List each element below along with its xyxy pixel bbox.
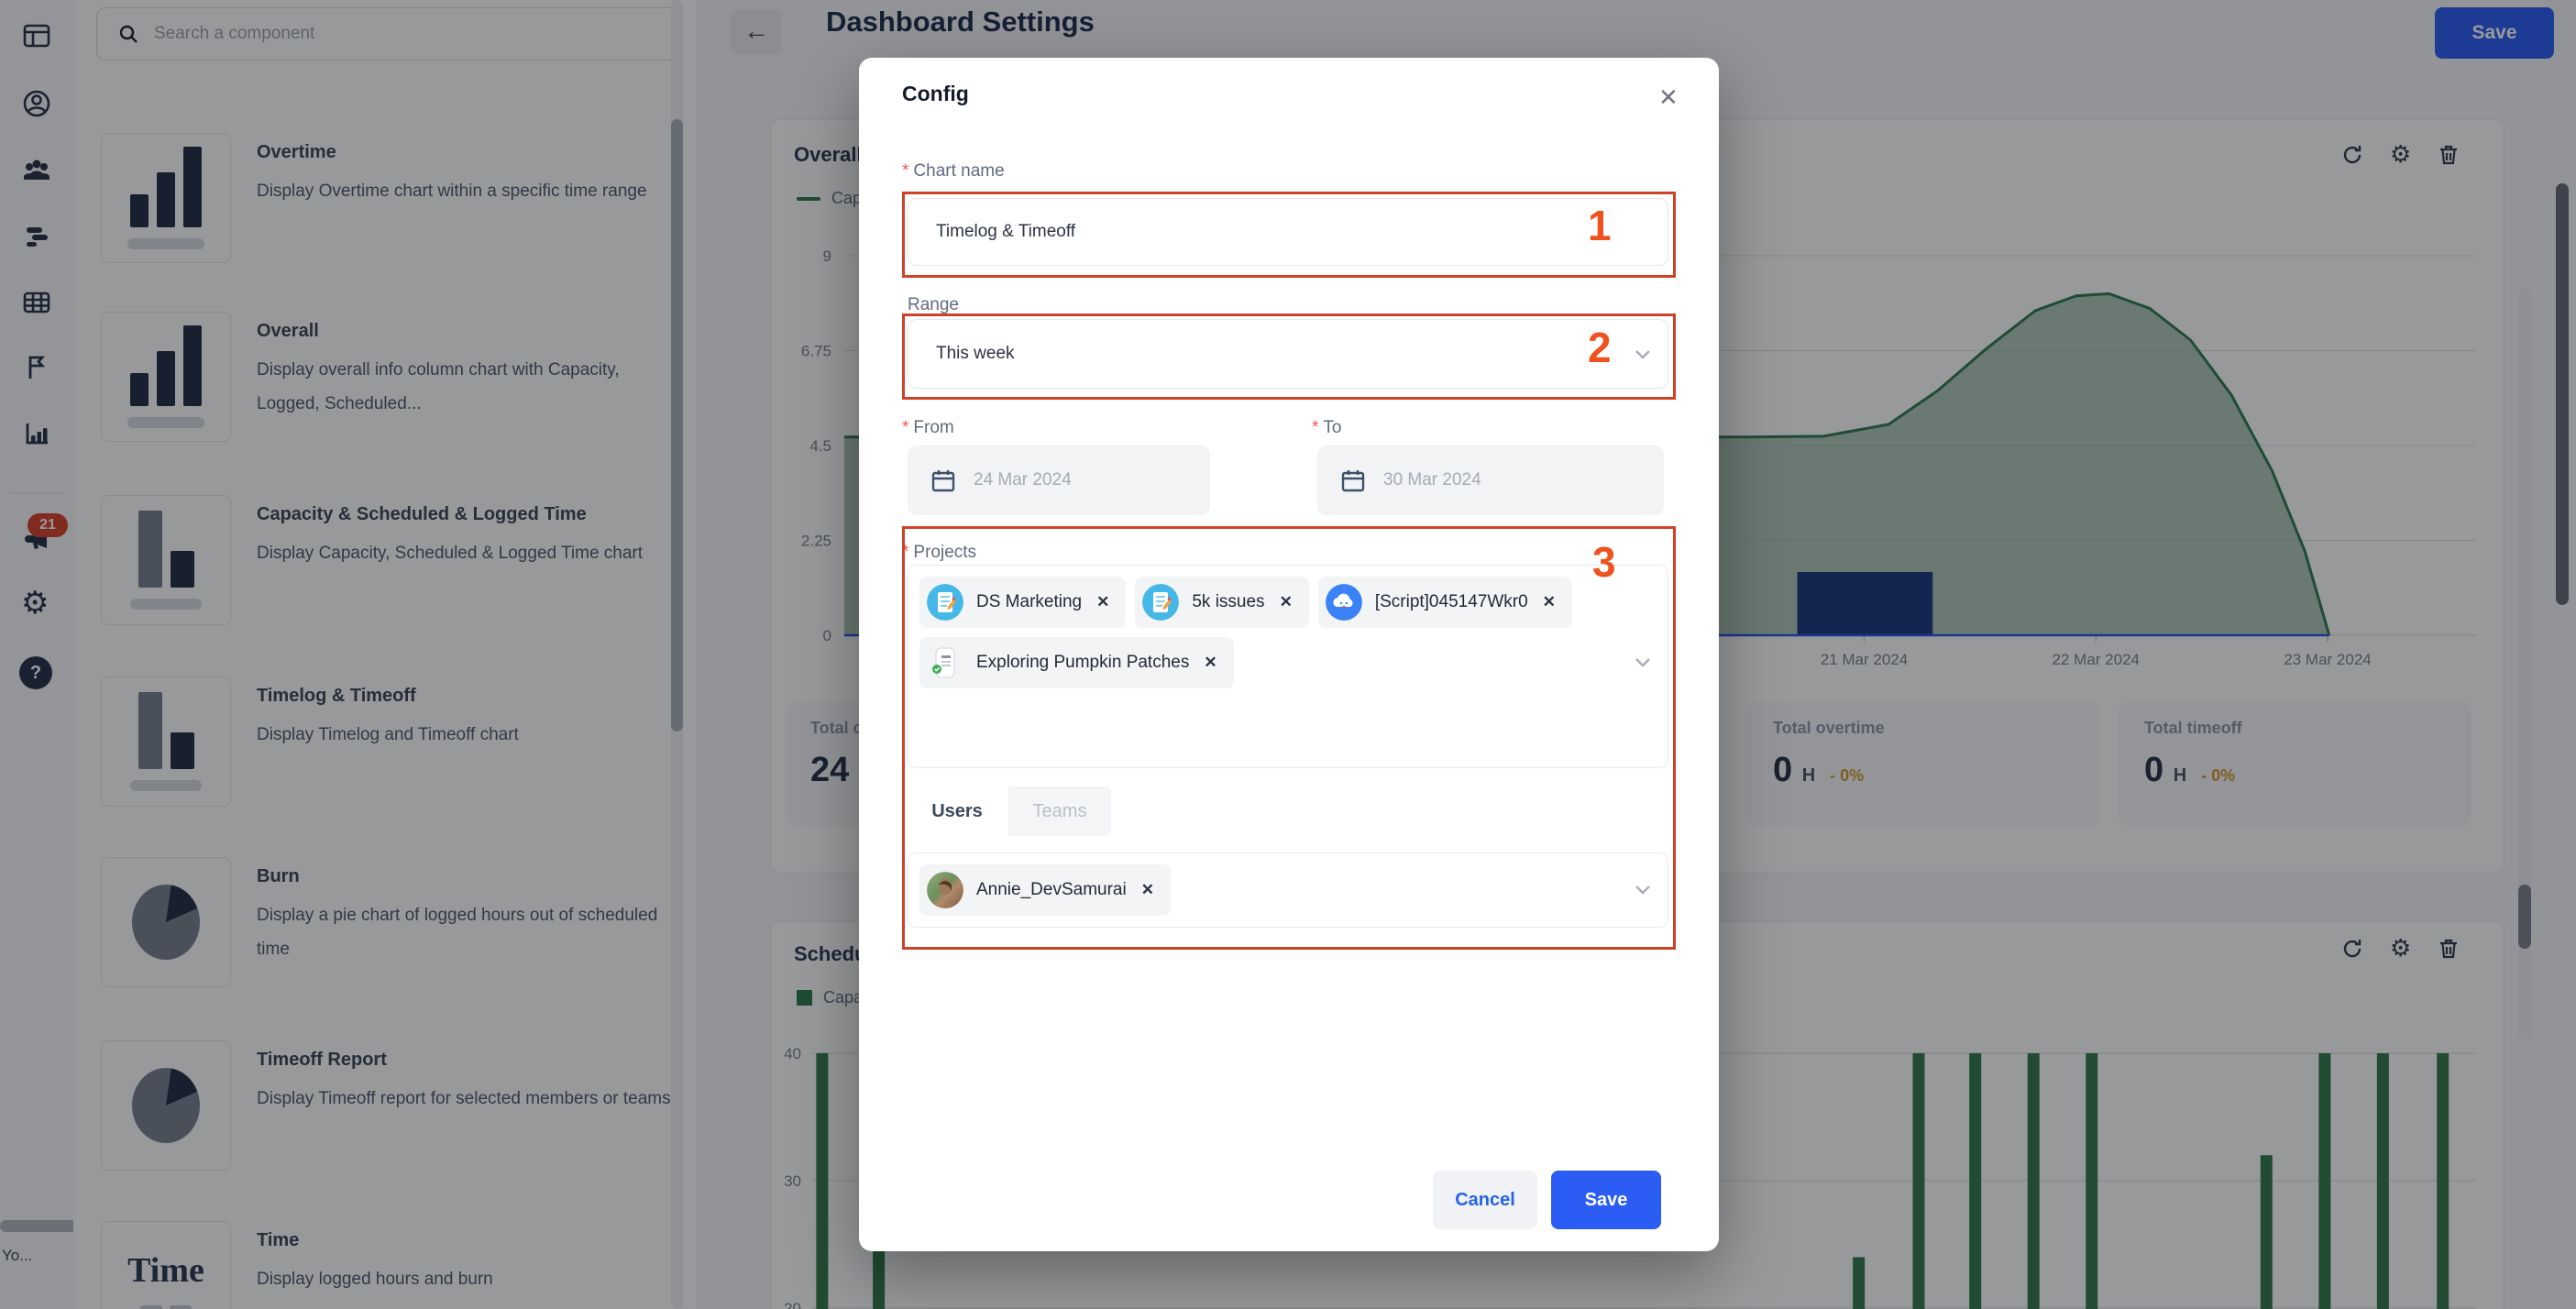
annotation-box-2	[902, 314, 1676, 400]
annotation-box-3	[902, 526, 1676, 950]
chart-name-label: * Chart name	[902, 161, 1005, 181]
config-modal: Config ✕ * Chart name Timelog & Timeoff R…	[859, 58, 1719, 1251]
from-date-input[interactable]: 24 Mar 2024	[908, 446, 1210, 515]
to-label: * To	[1312, 418, 1342, 437]
to-date-input[interactable]: 30 Mar 2024	[1317, 446, 1664, 515]
close-icon[interactable]: ✕	[1658, 83, 1679, 112]
required-asterisk: *	[1312, 418, 1319, 437]
modal-title: Config	[902, 82, 969, 105]
calendar-icon	[1341, 470, 1365, 492]
cancel-button[interactable]: Cancel	[1433, 1171, 1537, 1229]
annotation-number-2: 2	[1588, 324, 1612, 371]
range-label: Range	[908, 295, 959, 314]
from-label: * From	[902, 418, 954, 437]
calendar-icon	[931, 470, 955, 492]
annotation-number-1: 1	[1588, 202, 1612, 249]
app-root: 21 ⚙ ? Yo... Search a component Overtime…	[0, 0, 2576, 1309]
save-button[interactable]: Save	[1551, 1171, 1661, 1229]
annotation-number-3: 3	[1592, 538, 1616, 586]
required-asterisk: *	[902, 161, 909, 181]
required-asterisk: *	[902, 418, 909, 437]
annotation-box-1	[902, 192, 1676, 278]
